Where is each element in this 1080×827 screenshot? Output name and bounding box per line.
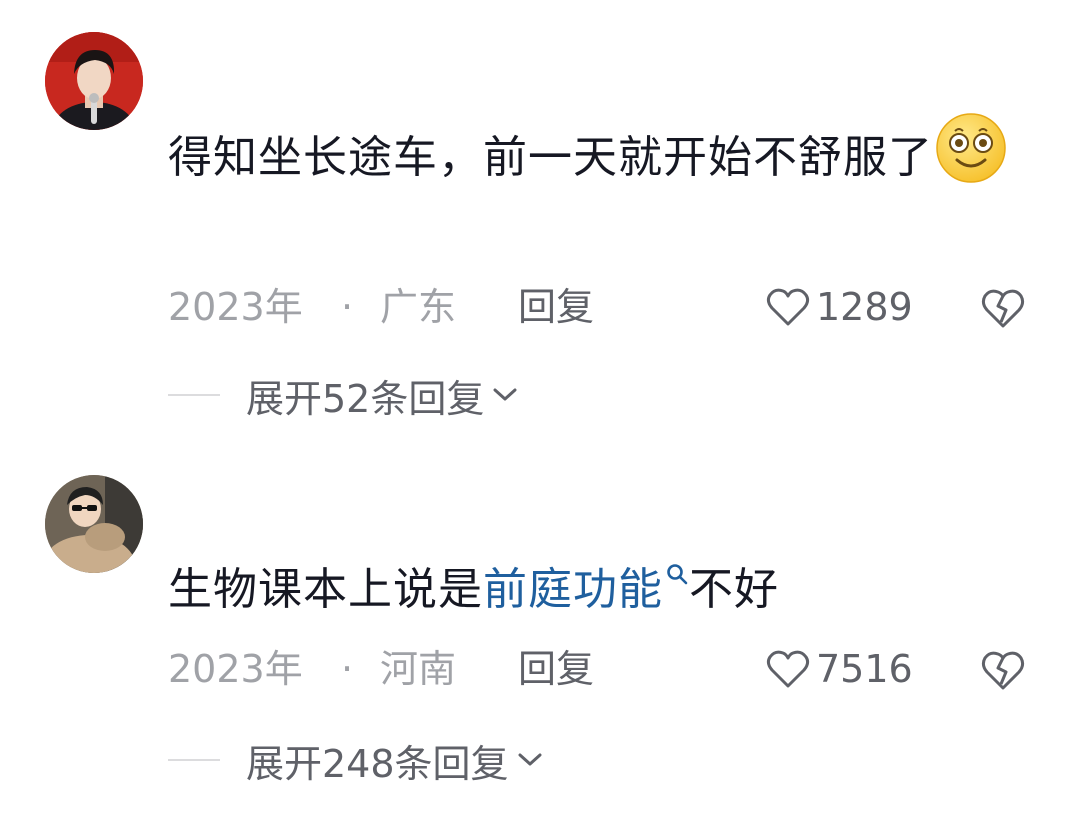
comment-location: 广东 — [380, 285, 457, 329]
like-button[interactable]: 7516 — [766, 644, 913, 694]
comment-text-content: 不好 — [689, 564, 779, 615]
comment-time: 2023年 — [168, 285, 303, 329]
dizzy-face-emoji-icon — [936, 113, 1006, 183]
comment-item: 得知坐长途车，前一天就开始不舒服了 2023年 · 广东 回复 1289 展开5… — [0, 0, 1080, 440]
comment-location: 河南 — [380, 647, 457, 691]
comment-text: 生物课本上说是前庭功能 不好 — [168, 555, 1028, 625]
comment-time: 2023年 — [168, 647, 303, 691]
expand-replies-button[interactable]: 展开248条回复 — [168, 735, 543, 786]
comment-meta: 2023年 · 广东 回复 1289 — [168, 282, 1038, 332]
broken-heart-icon[interactable] — [981, 648, 1025, 692]
search-keyword-text: 前庭功能 — [483, 564, 663, 615]
chevron-down-icon — [518, 753, 542, 766]
like-button[interactable]: 1289 — [766, 282, 913, 332]
avatar-image — [45, 475, 143, 573]
meta-separator: · — [341, 285, 354, 329]
divider-line — [168, 759, 220, 761]
expand-replies-label: 展开248条回复 — [246, 741, 509, 786]
comment-text-content: 得知坐长途车，前一天就开始不舒服了 — [168, 132, 933, 183]
chevron-down-icon — [493, 388, 517, 401]
like-count: 1289 — [816, 285, 913, 329]
search-icon — [667, 564, 688, 585]
comment-item: 生物课本上说是前庭功能 不好 2023年 · 河南 回复 7516 展开248条… — [0, 440, 1080, 827]
reply-button[interactable]: 回复 — [518, 282, 594, 332]
broken-heart-icon[interactable] — [981, 286, 1025, 330]
user-avatar[interactable] — [45, 32, 143, 130]
meta-separator: · — [341, 647, 354, 691]
heart-outline-icon — [766, 650, 810, 688]
heart-outline-icon — [766, 288, 810, 326]
user-avatar[interactable] — [45, 475, 143, 573]
comment-text-content: 生物课本上说是 — [168, 564, 483, 615]
like-count: 7516 — [816, 647, 913, 691]
search-keyword-link[interactable]: 前庭功能 — [483, 564, 689, 615]
divider-line — [168, 394, 220, 396]
avatar-image — [45, 32, 143, 130]
comment-text: 得知坐长途车，前一天就开始不舒服了 — [168, 110, 1028, 193]
reply-button[interactable]: 回复 — [518, 644, 594, 694]
expand-replies-button[interactable]: 展开52条回复 — [168, 370, 518, 421]
comment-meta: 2023年 · 河南 回复 7516 — [168, 644, 1038, 694]
expand-replies-label: 展开52条回复 — [246, 376, 485, 421]
